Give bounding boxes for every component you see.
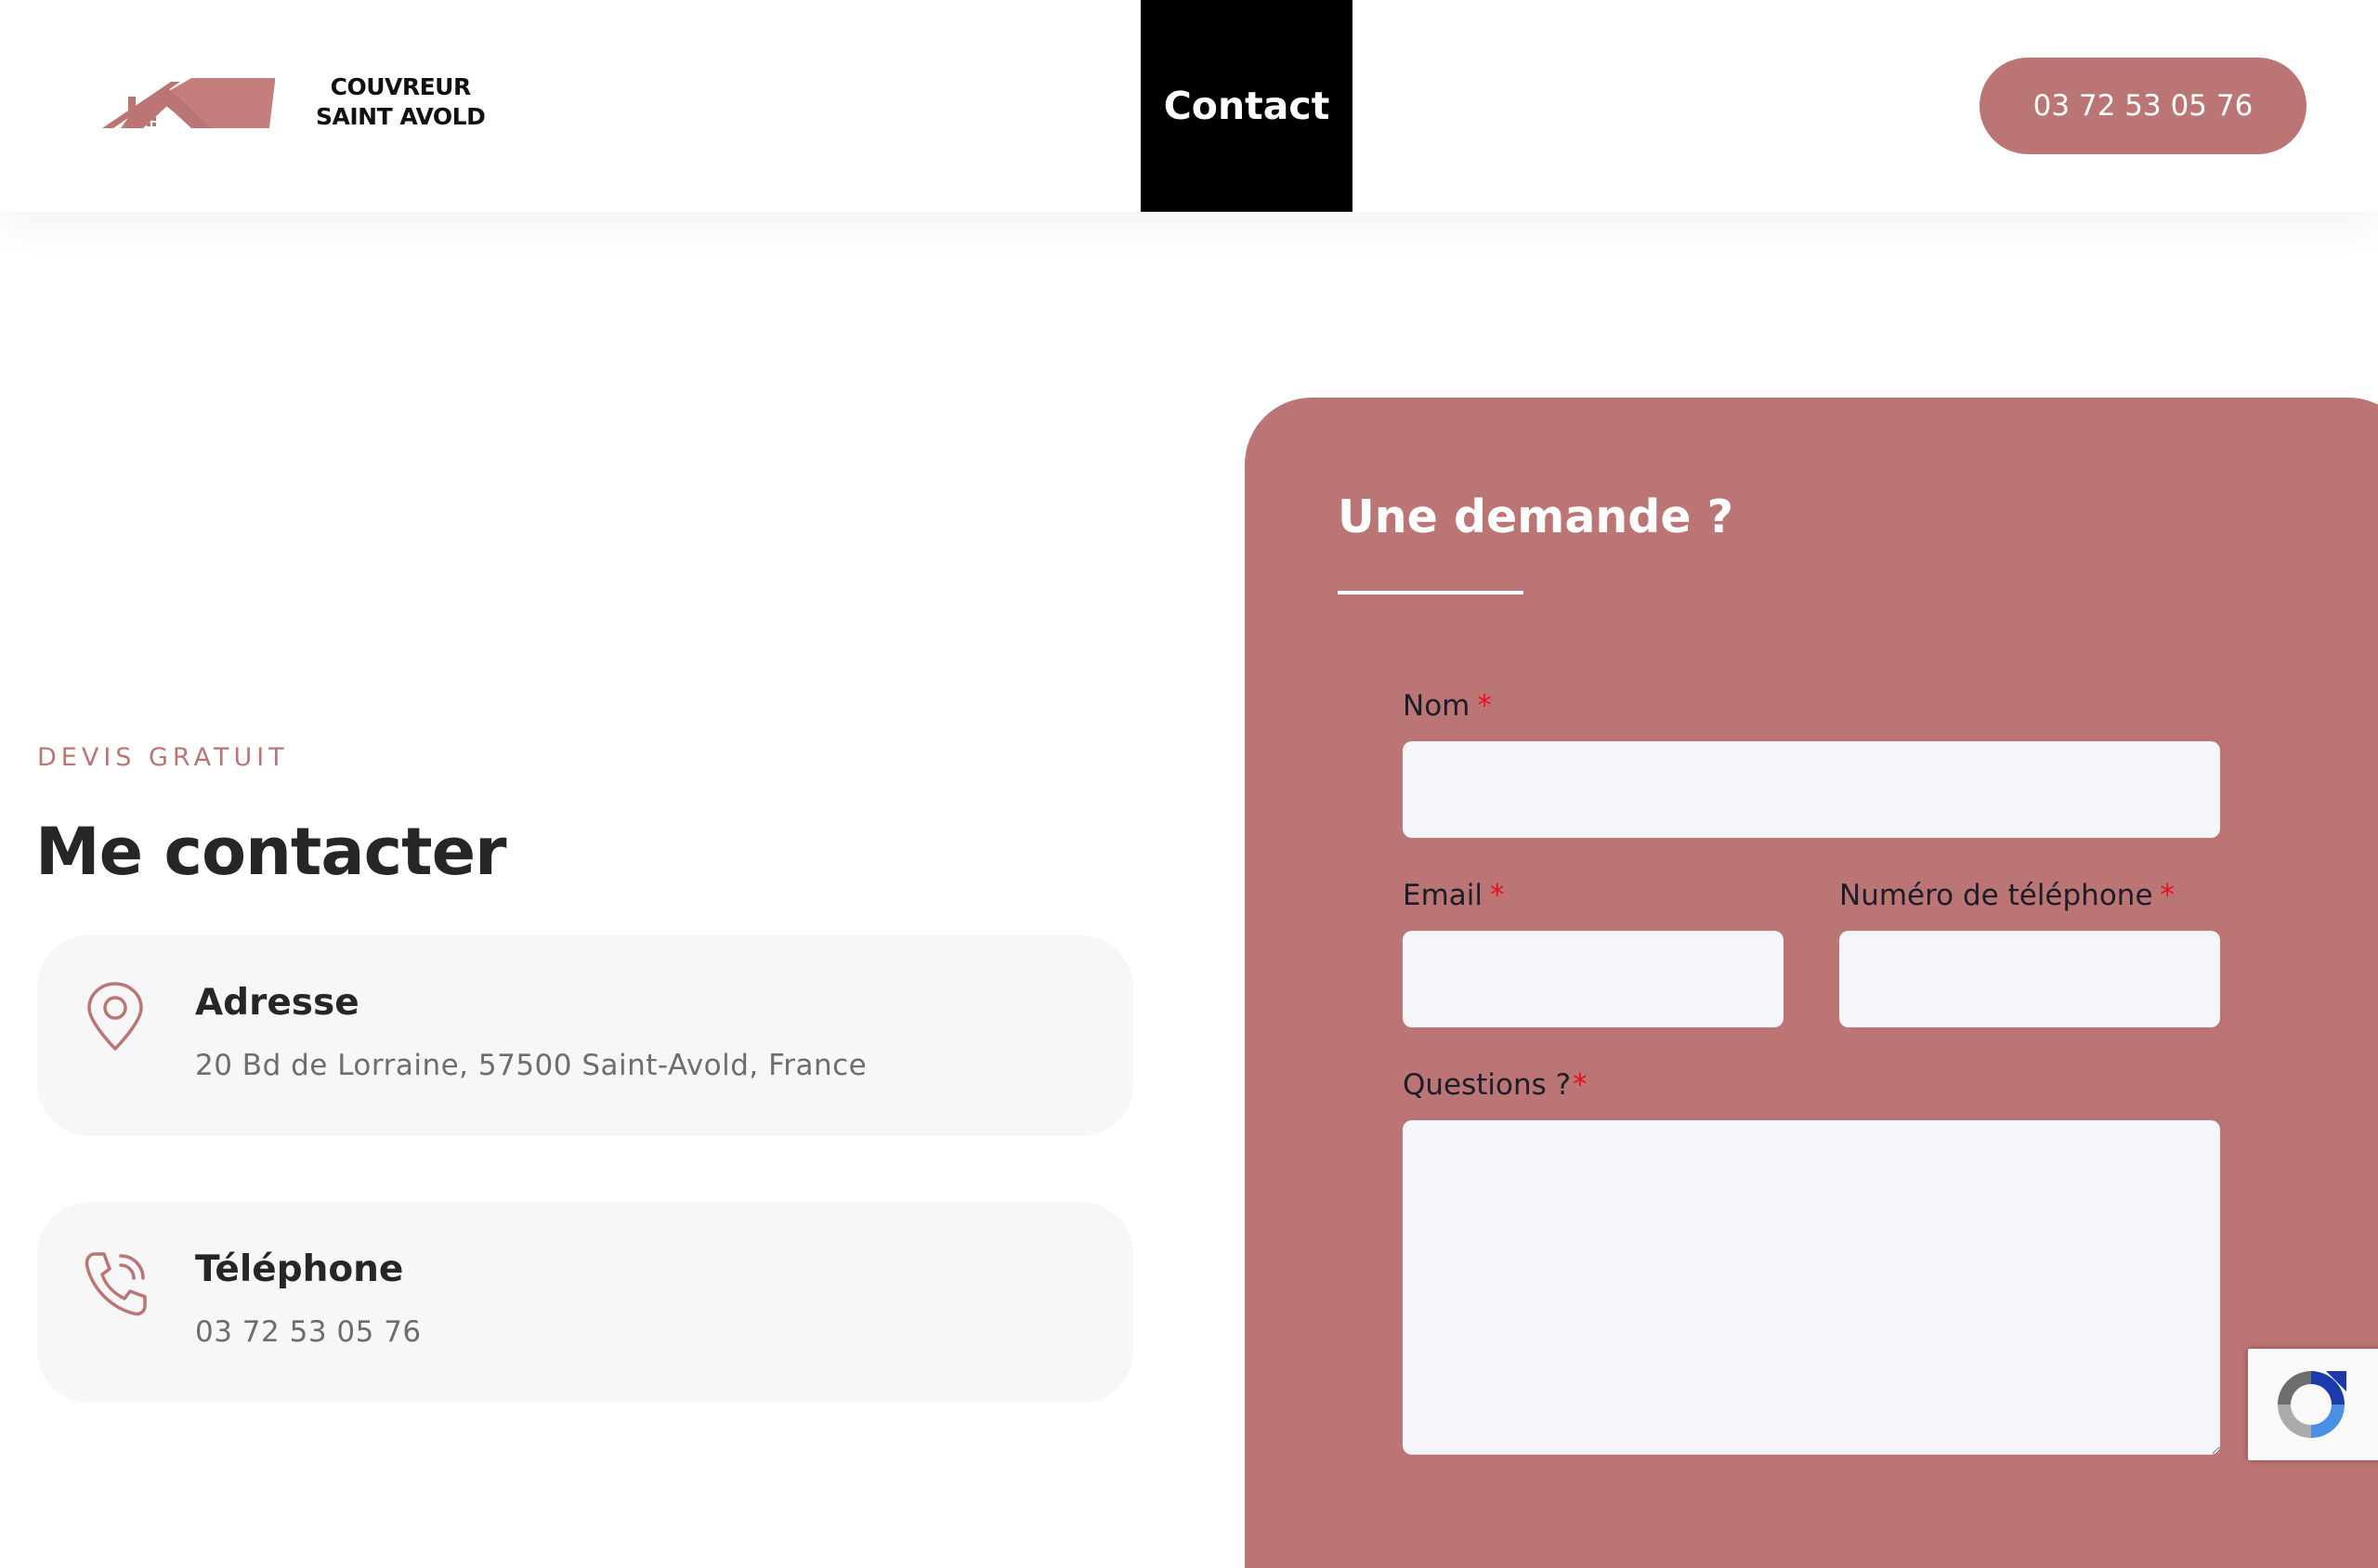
section-eyebrow: DEVIS GRATUIT [37,743,289,772]
form-title: Une demande ? [1338,490,1734,543]
request-form-panel: Une demande ? Nom * Email * Numéro de télé… [1245,398,2378,1568]
phone-icon [85,1252,147,1316]
title-underline [1338,591,1523,595]
recaptcha-badge[interactable] [2248,1349,2378,1460]
phone-title: Téléphone [195,1248,404,1290]
phone-text: 03 72 53 05 76 [195,1315,422,1349]
email-input[interactable] [1403,931,1784,1027]
required-mark: * [1477,689,1492,723]
required-mark: * [2160,879,2175,912]
logo-line-1: COUVREUR [330,73,472,100]
questions-label-text: Questions ? [1403,1068,1572,1102]
map-pin-icon [87,982,143,1051]
required-mark: * [1490,879,1505,912]
logo-line-2: SAINT AVOLD [316,103,486,130]
address-text: 20 Bd de Lorraine, 57500 Saint-Avold, Fr… [195,1049,868,1082]
phone-card: Téléphone 03 72 53 05 76 [37,1202,1133,1403]
logo-wordmark: COUVREUR SAINT AVOLD [316,72,486,132]
nom-label-text: Nom [1403,689,1470,723]
nav-item-contact[interactable]: Contact [1141,0,1352,212]
page-title: Me contacter [35,814,507,890]
address-card: Adresse 20 Bd de Lorraine, 57500 Saint-A… [37,935,1133,1136]
email-label: Email * [1403,879,1505,912]
recaptcha-icon [2278,1371,2346,1438]
telephone-label-text: Numéro de téléphone [1839,879,2153,912]
telephone-input[interactable] [1839,931,2220,1027]
header-phone-button[interactable]: 03 72 53 05 76 [1979,58,2306,154]
roof-logo-icon [102,78,275,128]
questions-label: Questions ?* [1403,1068,1588,1102]
telephone-label: Numéro de téléphone * [1839,879,2175,912]
nom-label: Nom * [1403,689,1492,723]
site-header: COUVREUR SAINT AVOLD Contact 03 72 53 05… [0,0,2378,212]
nom-input[interactable] [1403,741,2220,838]
email-label-text: Email [1403,879,1483,912]
questions-textarea[interactable] [1403,1120,2220,1455]
address-title: Adresse [195,982,359,1024]
site-logo[interactable]: COUVREUR SAINT AVOLD [102,65,492,149]
required-mark: * [1573,1068,1588,1102]
